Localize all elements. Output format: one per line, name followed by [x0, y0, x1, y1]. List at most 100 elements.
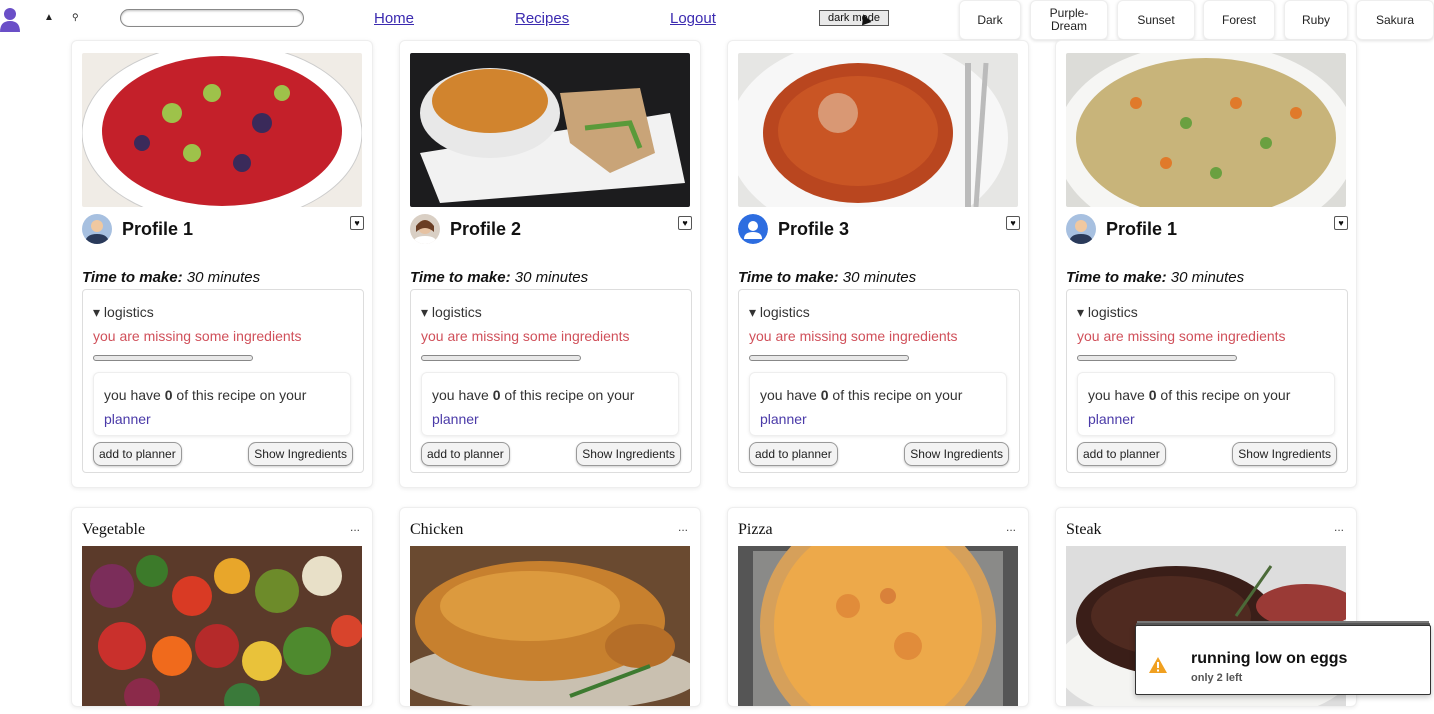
add-to-planner-button[interactable]: add to planner — [1077, 442, 1166, 466]
category-card-vegetable[interactable]: Vegetable ... — [71, 507, 373, 707]
ingredients-progress-bar — [749, 355, 909, 361]
logistics-toggle[interactable]: ▾ logistics — [1077, 304, 1138, 321]
recipe-image[interactable] — [1066, 53, 1346, 207]
planner-word: planner — [760, 411, 807, 427]
low-stock-toast[interactable]: running low on eggs only 2 left — [1135, 625, 1431, 695]
planner-text-pre: you have — [104, 387, 165, 403]
add-to-planner-button[interactable]: add to planner — [749, 442, 838, 466]
toast-subtitle: only 2 left — [1191, 672, 1243, 684]
planner-text-pre: you have — [760, 387, 821, 403]
profile-name[interactable]: Profile 1 — [1106, 219, 1177, 240]
planner-word: planner — [104, 411, 151, 427]
nav-home-link[interactable]: Home — [374, 10, 414, 27]
bell-icon[interactable]: ▲ — [44, 12, 54, 23]
planner-text-post: of this recipe on your — [500, 387, 635, 403]
logistics-toggle[interactable]: ▾ logistics — [421, 304, 482, 321]
recipe-card: Profile 1 ♥ Time to make: 30 minutes ▾ logi… — [71, 40, 373, 488]
theme-sunset-button[interactable]: Sunset — [1117, 0, 1195, 40]
planner-text-post: of this recipe on your — [828, 387, 963, 403]
profile-avatar[interactable] — [1066, 214, 1096, 244]
more-options-icon[interactable]: ... — [678, 520, 688, 534]
recipe-card: Profile 1 ♥ Time to make: 30 minutes ▾ logi… — [1055, 40, 1357, 488]
planner-count-box: you have 0 of this recipe on your planne… — [749, 372, 1007, 436]
theme-ruby-button[interactable]: Ruby — [1284, 0, 1348, 40]
profile-name[interactable]: Profile 2 — [450, 219, 521, 240]
logistics-label: logistics — [1087, 304, 1138, 320]
profile-name[interactable]: Profile 3 — [778, 219, 849, 240]
profile-avatar[interactable] — [82, 214, 112, 244]
planner-text-pre: you have — [432, 387, 493, 403]
planner-word: planner — [432, 411, 479, 427]
show-ingredients-button[interactable]: Show Ingredients — [1232, 442, 1337, 466]
logistics-panel: ▾ logistics you are missing some ingredie… — [1066, 289, 1348, 473]
profile-avatar[interactable] — [410, 214, 440, 244]
recipe-image[interactable] — [82, 53, 362, 207]
heart-icon[interactable]: ♥ — [678, 216, 692, 230]
heart-icon[interactable]: ♥ — [350, 216, 364, 230]
planner-count-box: you have 0 of this recipe on your planne… — [1077, 372, 1335, 436]
recipe-image[interactable] — [738, 53, 1018, 207]
show-ingredients-button[interactable]: Show Ingredients — [248, 442, 353, 466]
logistics-panel: ▾ logistics you are missing some ingredie… — [738, 289, 1020, 473]
nav-logout-link[interactable]: Logout — [670, 10, 716, 27]
heart-icon[interactable]: ♥ — [1334, 216, 1348, 230]
logistics-label: logistics — [759, 304, 810, 320]
show-ingredients-button[interactable]: Show Ingredients — [904, 442, 1009, 466]
missing-ingredients-text: you are missing some ingredients — [749, 328, 958, 344]
theme-purple-dream-button[interactable]: Purple- Dream — [1030, 0, 1108, 40]
planner-count: 0 — [164, 387, 173, 403]
caret-down-icon: ▾ — [93, 304, 104, 320]
recipe-image[interactable] — [410, 53, 690, 207]
logistics-toggle[interactable]: ▾ logistics — [93, 304, 154, 321]
time-value: 30 minutes — [842, 269, 917, 286]
profile-avatar[interactable] — [738, 214, 768, 244]
add-to-planner-button[interactable]: add to planner — [421, 442, 510, 466]
profile-row: Profile 1 ♥ — [82, 213, 364, 245]
ingredients-progress-bar — [93, 355, 253, 361]
planner-count: 0 — [1148, 387, 1157, 403]
category-title: Vegetable — [82, 521, 146, 538]
show-ingredients-button[interactable]: Show Ingredients — [576, 442, 681, 466]
recipe-card: Profile 2 ♥ Time to make: 30 minutes ▾ logi… — [399, 40, 701, 488]
profile-name[interactable]: Profile 1 — [122, 219, 193, 240]
logistics-label: logistics — [103, 304, 154, 320]
planner-text-post: of this recipe on your — [1156, 387, 1291, 403]
planner-count-box: you have 0 of this recipe on your planne… — [93, 372, 351, 436]
time-to-make: Time to make: 30 minutes — [738, 269, 916, 286]
top-bar: ▲ ⚲ Home Recipes Logout dark mode Dark P… — [0, 0, 1434, 40]
planner-text-pre: you have — [1088, 387, 1149, 403]
time-to-make: Time to make: 30 minutes — [410, 269, 588, 286]
profile-row: Profile 3 ♥ — [738, 213, 1020, 245]
theme-forest-button[interactable]: Forest — [1203, 0, 1275, 40]
heart-icon[interactable]: ♥ — [1006, 216, 1020, 230]
logistics-panel: ▾ logistics you are missing some ingredie… — [82, 289, 364, 473]
planner-count-box: you have 0 of this recipe on your planne… — [421, 372, 679, 436]
logistics-label: logistics — [431, 304, 482, 320]
dark-mode-button[interactable]: dark mode — [819, 10, 889, 26]
more-options-icon[interactable]: ... — [350, 520, 360, 534]
planner-text-post: of this recipe on your — [172, 387, 307, 403]
user-avatar-icon[interactable] — [0, 6, 22, 32]
time-to-make: Time to make: 30 minutes — [82, 269, 260, 286]
logistics-panel: ▾ logistics you are missing some ingredie… — [410, 289, 692, 473]
time-value: 30 minutes — [1170, 269, 1245, 286]
time-label: Time to make: — [410, 269, 511, 286]
add-to-planner-button[interactable]: add to planner — [93, 442, 182, 466]
caret-down-icon: ▾ — [749, 304, 760, 320]
planner-count: 0 — [820, 387, 829, 403]
ingredients-progress-bar — [421, 355, 581, 361]
logistics-toggle[interactable]: ▾ logistics — [749, 304, 810, 321]
category-card-pizza[interactable]: Pizza ... — [727, 507, 1029, 707]
time-value: 30 minutes — [514, 269, 589, 286]
nav-recipes-link[interactable]: Recipes — [515, 10, 569, 27]
warning-icon — [1149, 657, 1167, 673]
more-options-icon[interactable]: ... — [1334, 520, 1344, 534]
theme-dark-button[interactable]: Dark — [959, 0, 1021, 40]
planner-count: 0 — [492, 387, 501, 403]
missing-ingredients-text: you are missing some ingredients — [421, 328, 630, 344]
more-options-icon[interactable]: ... — [1006, 520, 1016, 534]
theme-sakura-button[interactable]: Sakura — [1356, 0, 1434, 40]
search-icon[interactable]: ⚲ — [72, 12, 79, 23]
category-card-chicken[interactable]: Chicken ... — [399, 507, 701, 707]
search-input[interactable] — [120, 9, 304, 27]
